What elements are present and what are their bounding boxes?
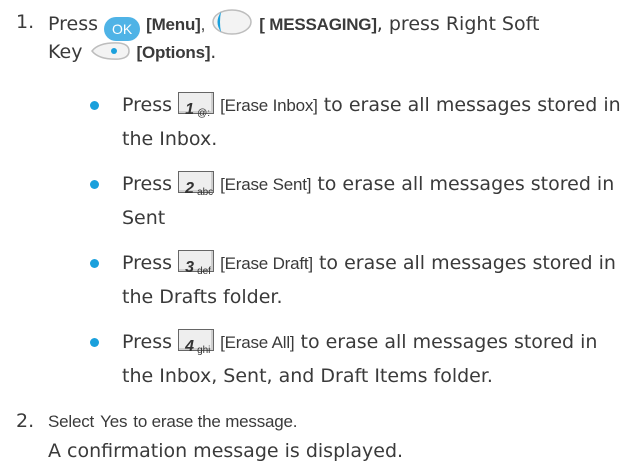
bullet-item-erase-sent: Press 2 abc [Erase Sent] to erase all mes… <box>122 167 614 202</box>
keypad-key-icon: 1 @: <box>178 92 215 119</box>
keypad-key-icon: 3 def <box>178 250 215 277</box>
press-text: Press <box>122 331 173 353</box>
step-number: 1. <box>16 11 35 33</box>
step-number: 2. <box>16 410 35 432</box>
press-text: Press <box>48 13 99 35</box>
bullet-dot <box>90 101 99 110</box>
menu-label: [Menu] <box>146 15 201 34</box>
press-text: Press <box>122 94 173 116</box>
comma-text: , <box>200 15 206 34</box>
step-1-line-2: Key [Options]. <box>48 38 216 70</box>
bullet-dot <box>90 259 99 268</box>
keypad-key-icon: 4 ghi <box>178 329 215 356</box>
keypad-key-icon: 2 abc <box>178 171 215 198</box>
options-label: [Options] <box>136 43 211 62</box>
bullet-item-erase-all: Press 4 ghi [Erase All] to erase all mess… <box>122 325 597 360</box>
erase-message-text: to erase the message. <box>133 412 298 431</box>
right-soft-key-icon <box>89 40 131 70</box>
press-text: Press <box>122 173 173 195</box>
press-right-text: , press Right Soft <box>376 13 540 35</box>
period-text: . <box>210 41 217 63</box>
bullet-text: to erase all messages stored in <box>317 173 615 195</box>
bullet-dot <box>90 338 99 347</box>
press-text: Press <box>122 252 173 274</box>
bullet-continuation: Sent <box>122 207 166 229</box>
bullet-text: to erase all messages stored in <box>323 94 621 116</box>
erase-sent-label: [Erase Sent] <box>220 175 312 194</box>
bullet-item-erase-inbox: Press 1 @: [Erase Inbox] to erase all mes… <box>122 88 621 123</box>
yes-label: Yes <box>100 412 128 431</box>
bullet-text: to erase all messages stored in <box>318 252 616 274</box>
erase-all-label: [Erase All] <box>220 333 295 352</box>
select-text: Select <box>48 412 95 431</box>
messaging-label: [ MESSAGING] <box>259 15 377 34</box>
bullet-continuation: the Inbox, Sent, and Draft Items folder. <box>122 365 493 387</box>
bullet-continuation: the Inbox. <box>122 128 218 150</box>
nav-key-icon <box>211 8 253 44</box>
bullet-text: to erase all messages stored in <box>300 331 598 353</box>
erase-inbox-label: [Erase Inbox] <box>220 96 318 115</box>
erase-draft-label: [Erase Draft] <box>220 254 313 273</box>
instruction-document: 1. Press OK [Menu], [ MESSAGING], press … <box>0 0 628 474</box>
bullet-item-erase-draft: Press 3 def [Erase Draft] to erase all me… <box>122 246 616 281</box>
bullet-continuation: the Drafts folder. <box>122 286 283 308</box>
step-2-line-1: Select Yes to erase the message. <box>48 407 298 436</box>
step-2-line-2: A confirmation message is displayed. <box>48 440 404 462</box>
key-text: Key <box>48 41 83 63</box>
bullet-dot <box>90 180 99 189</box>
